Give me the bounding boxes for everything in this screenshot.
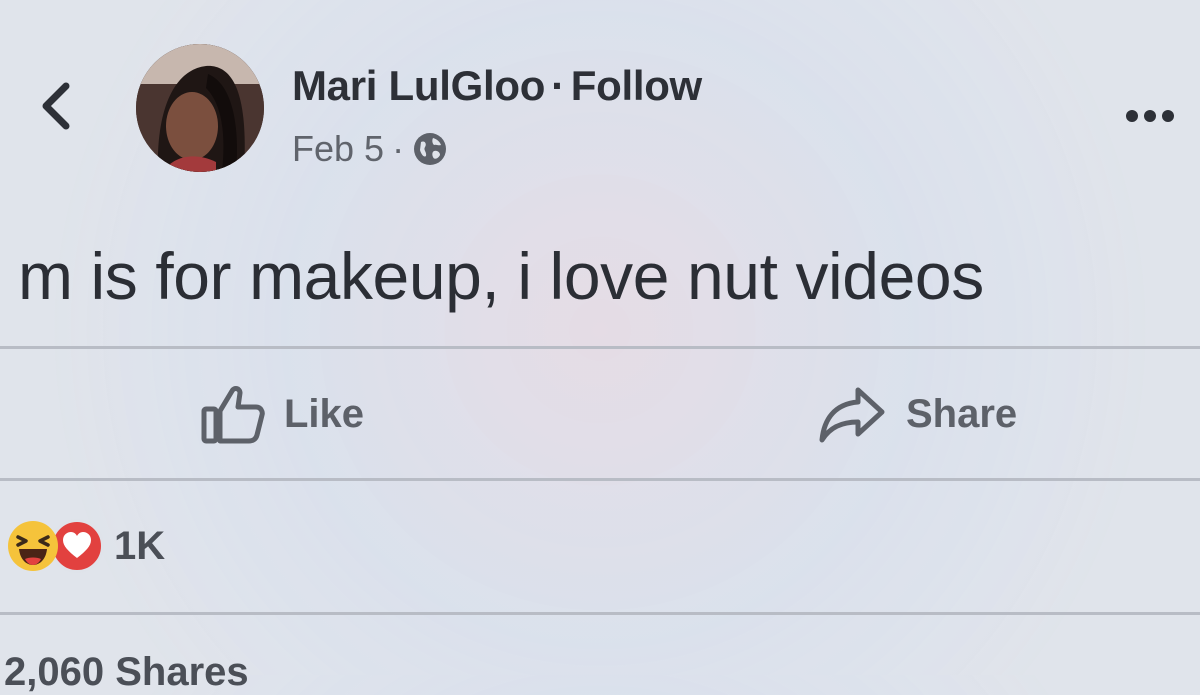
post-date[interactable]: Feb 5 [292, 128, 384, 170]
like-button[interactable]: Like [200, 374, 364, 454]
post-text: m is for makeup, i love nut videos [18, 239, 984, 313]
divider-top [0, 346, 1200, 349]
more-dots-icon [1126, 110, 1174, 122]
avatar[interactable] [136, 44, 264, 172]
more-options-button[interactable] [1120, 98, 1180, 134]
love-reaction-icon [50, 519, 104, 573]
author-name[interactable]: Mari LulGloo [292, 62, 545, 109]
divider-bottom [0, 478, 1200, 481]
globe-icon [414, 133, 447, 165]
shares-count[interactable]: 2,060 Shares [4, 650, 249, 695]
reaction-count: 1K [114, 523, 166, 568]
like-label: Like [284, 391, 365, 436]
divider-shares [0, 612, 1200, 615]
reactions-summary[interactable]: 1K [8, 518, 165, 574]
post-meta: Feb 5 · [292, 128, 448, 170]
haha-reaction-icon [8, 521, 58, 571]
follow-link[interactable]: Follow [571, 62, 702, 109]
share-button[interactable]: Share [818, 374, 1017, 454]
share-label: Share [906, 391, 1018, 436]
share-arrow-icon [819, 387, 885, 443]
name-separator: · [551, 62, 565, 109]
author-line: Mari LulGloo · Follow [292, 62, 702, 110]
back-button[interactable] [28, 78, 84, 134]
avatar-image [136, 44, 264, 172]
meta-separator: · [392, 128, 405, 169]
thumbs-up-icon [201, 386, 265, 444]
chevron-left-icon [42, 82, 70, 130]
